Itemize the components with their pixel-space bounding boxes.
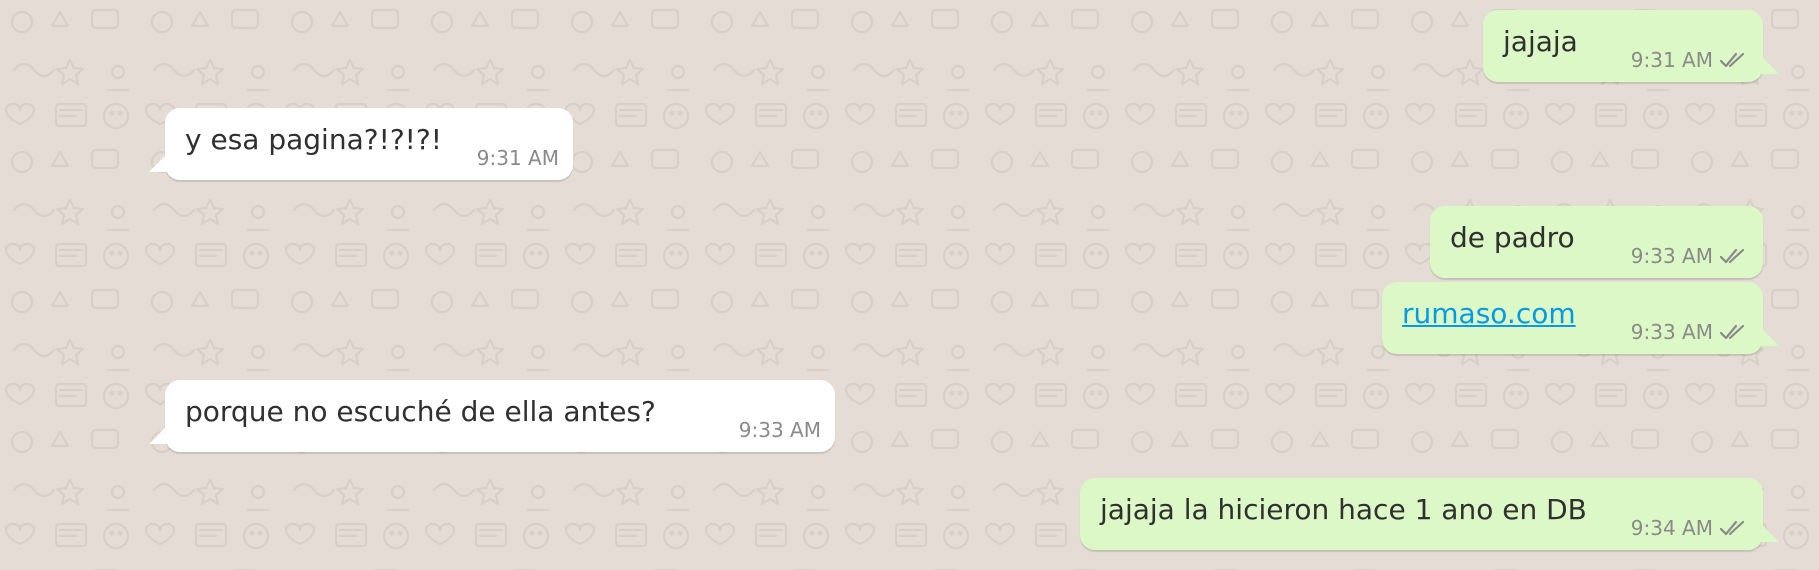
double-check-icon <box>1719 52 1745 68</box>
bubble-tail <box>149 422 171 444</box>
double-check-icon <box>1719 520 1745 536</box>
message-time: 9:31 AM <box>476 146 559 170</box>
message-time: 9:33 AM <box>1630 244 1713 268</box>
message-meta: 9:33 AM <box>1631 320 1749 344</box>
message-time: 9:33 AM <box>738 418 821 442</box>
message-text: de padro <box>1450 221 1575 254</box>
message-meta: 9:31 AM <box>1631 48 1749 72</box>
message-time: 9:31 AM <box>1630 48 1713 72</box>
bubble-tail <box>1757 520 1779 542</box>
message-meta: 9:31 AM <box>477 146 559 170</box>
message-meta: 9:33 AM <box>739 418 821 442</box>
double-check-icon <box>1719 324 1745 340</box>
message-text: jajaja la hicieron hace 1 ano en DB <box>1100 493 1587 526</box>
outgoing-message[interactable]: jajaja la hicieron hace 1 ano en DB 9:34… <box>1080 478 1779 550</box>
outgoing-message[interactable]: rumaso.com 9:33 AM <box>1382 282 1779 354</box>
message-text: jajaja <box>1503 25 1578 58</box>
outgoing-message[interactable]: de padro 9:33 AM <box>1430 206 1763 278</box>
chat-window: jajaja 9:31 AM y esa pagina?!?!?! 9:31 A… <box>0 0 1819 570</box>
bubble-tail <box>149 150 171 172</box>
message-meta: 9:34 AM <box>1631 516 1749 540</box>
message-meta: 9:33 AM <box>1631 244 1749 268</box>
message-time: 9:34 AM <box>1630 516 1713 540</box>
bubble-tail <box>1757 324 1779 346</box>
outgoing-message[interactable]: jajaja 9:31 AM <box>1483 10 1779 82</box>
double-check-icon <box>1719 248 1745 264</box>
bubble-tail <box>1757 52 1779 74</box>
message-time: 9:33 AM <box>1630 320 1713 344</box>
incoming-message[interactable]: y esa pagina?!?!?! 9:31 AM <box>149 108 573 180</box>
incoming-message[interactable]: porque no escuché de ella antes? 9:33 AM <box>149 380 835 452</box>
message-text: y esa pagina?!?!?! <box>185 123 442 156</box>
message-text: porque no escuché de ella antes? <box>185 395 656 428</box>
message-link[interactable]: rumaso.com <box>1402 297 1576 331</box>
